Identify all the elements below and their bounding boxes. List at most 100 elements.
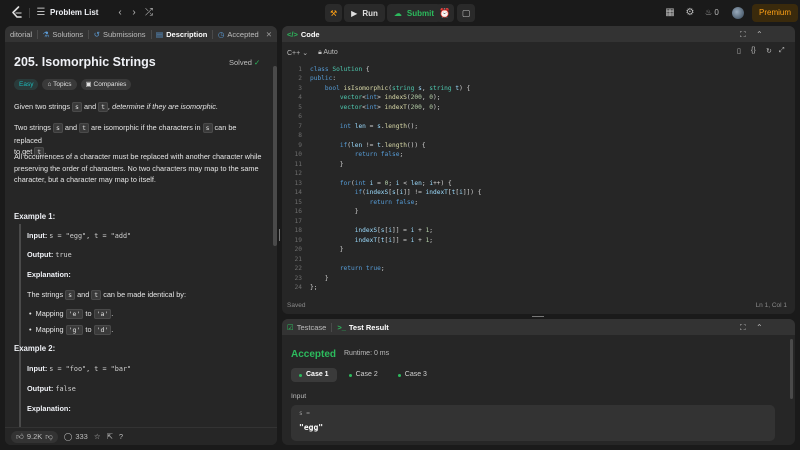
gear-icon[interactable]: ⚙ xyxy=(684,7,696,19)
tab-testcase[interactable]: ☑ Testcase xyxy=(282,319,331,335)
companies-badge[interactable]: ▣ Companies xyxy=(80,79,132,90)
run-button[interactable]: ▶ Run xyxy=(344,4,385,22)
note-icon[interactable]: ▢ xyxy=(457,4,475,22)
tab-code[interactable]: </> Code xyxy=(282,26,325,42)
expand-icon[interactable]: ⤢ xyxy=(779,47,785,55)
checkbox-icon: ☑ xyxy=(287,322,294,332)
code-editor[interactable]: 1 2 3 4 5 6 7 8 9 10 11 12 13 14 15 16 1… xyxy=(282,63,795,298)
line-number: 2 xyxy=(298,75,302,82)
chevron-right-icon[interactable]: › xyxy=(128,7,140,19)
input-value: "egg" xyxy=(299,423,324,432)
description-para-1: Given two strings s and t, determine if … xyxy=(14,102,218,112)
code-line: bool isIsomorphic(string s, string t) { xyxy=(324,84,471,92)
case-tab-3[interactable]: Case 3 xyxy=(390,368,435,382)
list-item: • Mapping 'g' to 'd'. xyxy=(29,325,114,335)
avatar[interactable] xyxy=(732,7,744,19)
list-icon[interactable]: ☰ xyxy=(35,7,47,19)
case-tab-1[interactable]: Case 1 xyxy=(291,368,337,382)
thumbs-down-icon[interactable]: 👎︎ xyxy=(45,432,53,442)
submit-button[interactable]: ☁ Submit xyxy=(386,4,441,22)
reset-icon[interactable]: ↻ xyxy=(766,47,772,55)
example-2-input: Input: s = "foo", t = "bar" xyxy=(27,364,132,373)
code-line: } xyxy=(310,208,359,215)
tab-solutions[interactable]: ⚗ Solutions xyxy=(38,26,89,42)
example-1-output: Output: true xyxy=(27,250,72,259)
scrollbar[interactable] xyxy=(790,339,793,399)
braces-icon[interactable]: {} xyxy=(751,47,756,54)
help-icon[interactable]: ? xyxy=(119,432,123,441)
topics-badge[interactable]: ⌂ Topics xyxy=(42,79,77,90)
language-select[interactable]: C++ ⌄ xyxy=(287,49,308,57)
debug-button[interactable]: ⚒ xyxy=(325,4,343,22)
code-line: return false; xyxy=(354,151,404,158)
shuffle-icon[interactable]: ⤮ xyxy=(143,7,155,19)
line-number: 7 xyxy=(298,122,302,130)
tab-submissions[interactable]: ↺ Submissions xyxy=(89,26,151,42)
pass-dot-icon xyxy=(299,373,302,377)
code-line: int len = s.length(); xyxy=(339,122,419,130)
autocomplete-mode[interactable]: 🔒︎ Auto xyxy=(318,49,338,57)
code-line: vector<int> indexS(200, 0); xyxy=(339,94,441,101)
code-line: } xyxy=(310,274,329,282)
play-icon: ▶ xyxy=(351,8,358,18)
maximize-icon[interactable]: ⛶ xyxy=(740,323,746,333)
fire-icon: ♨ xyxy=(705,8,713,17)
code-line: } xyxy=(310,160,344,168)
collapse-icon[interactable]: ⌃ xyxy=(756,323,763,332)
description-para-3: All occurrences of a character must be r… xyxy=(14,152,262,184)
case-tabs: Case 1 Case 2 Case 3 xyxy=(291,368,435,382)
close-icon[interactable]: ✕ xyxy=(266,30,272,39)
left-tab-bar: ditorial ⚗ Solutions ↺ Submissions ▤ Descri… xyxy=(5,26,277,42)
case-tab-2[interactable]: Case 2 xyxy=(341,368,386,382)
share-icon[interactable]: ⇱ xyxy=(107,432,113,441)
chevron-left-icon[interactable]: ‹ xyxy=(114,7,126,19)
code-icon: </> xyxy=(287,29,298,39)
tab-editorial[interactable]: ditorial xyxy=(5,26,37,42)
line-number: 19 xyxy=(294,236,302,244)
splitter-grip[interactable] xyxy=(279,229,280,241)
tab-accepted[interactable]: ◷ Accepted ✕ xyxy=(213,26,277,42)
layout-grid-icon[interactable]: ▦ xyxy=(664,7,676,19)
line-number: 16 xyxy=(294,208,302,215)
premium-button[interactable]: Premium xyxy=(752,4,799,22)
solved-status: Solved ✓ xyxy=(229,58,261,67)
code-line: } xyxy=(310,246,344,253)
history-icon: ↺ xyxy=(93,29,100,39)
test-panel: ☑ Testcase >_ Test Result ⛶ ⌃ Accepted Run… xyxy=(282,319,795,445)
tab-test-result[interactable]: >_ Test Result xyxy=(332,319,393,335)
alarm-icon[interactable]: ⏰ xyxy=(436,4,454,22)
lock-icon: 🔒︎ xyxy=(318,48,322,56)
code-line: if(len != t.length()) { xyxy=(339,141,426,149)
maximize-icon[interactable]: ⛶ xyxy=(740,30,746,40)
horizontal-splitter-grip[interactable] xyxy=(532,316,544,317)
flask-icon: ⚗ xyxy=(42,29,50,39)
code-tab-bar: </> Code ⛶ ⌃ xyxy=(282,26,795,42)
clock-icon: ◷ xyxy=(217,29,225,39)
code-line: return false; xyxy=(369,198,419,206)
document-icon: ▤ xyxy=(156,29,164,39)
example-2-title: Example 2: xyxy=(14,344,56,353)
problem-list-link[interactable]: Problem List xyxy=(50,8,98,17)
save-status: Saved xyxy=(287,302,306,309)
comment-button[interactable]: ◯ 333 xyxy=(64,432,88,441)
code-line: for(int i = 0; i < len; i++) { xyxy=(339,179,452,187)
description-panel: ditorial ⚗ Solutions ↺ Submissions ▤ Descri… xyxy=(5,26,277,445)
difficulty-badge: Easy xyxy=(14,79,39,90)
line-number: 6 xyxy=(298,113,302,120)
line-number: 18 xyxy=(294,227,302,234)
code-line: indexS[s[i]] = i + 1; xyxy=(354,227,434,234)
page-title: 205. Isomorphic Strings xyxy=(14,55,156,69)
collapse-icon[interactable]: ⌃ xyxy=(756,30,763,39)
tab-description[interactable]: ▤ Description xyxy=(151,26,212,42)
code-panel: </> Code ⛶ ⌃ C++ ⌄ 🔒︎ Auto ▯ {} ↻ ⤢ 1 2 3… xyxy=(282,26,795,314)
line-number: 20 xyxy=(294,246,302,253)
star-icon[interactable]: ☆ xyxy=(94,432,101,441)
streak-counter[interactable]: ♨ 0 xyxy=(705,8,719,17)
bug-icon: ⚒ xyxy=(330,8,338,18)
tag-icon: ⌂ xyxy=(47,81,52,88)
bookmark-icon[interactable]: ▯ xyxy=(737,47,741,55)
example-1-input: Input: s = "egg", t = "add" xyxy=(27,231,132,240)
thumbs-up-icon[interactable]: 👍︎ xyxy=(16,432,24,442)
code-line: indexT[t[i]] = i + 1; xyxy=(354,236,434,244)
leetcode-logo-icon[interactable] xyxy=(10,6,24,20)
